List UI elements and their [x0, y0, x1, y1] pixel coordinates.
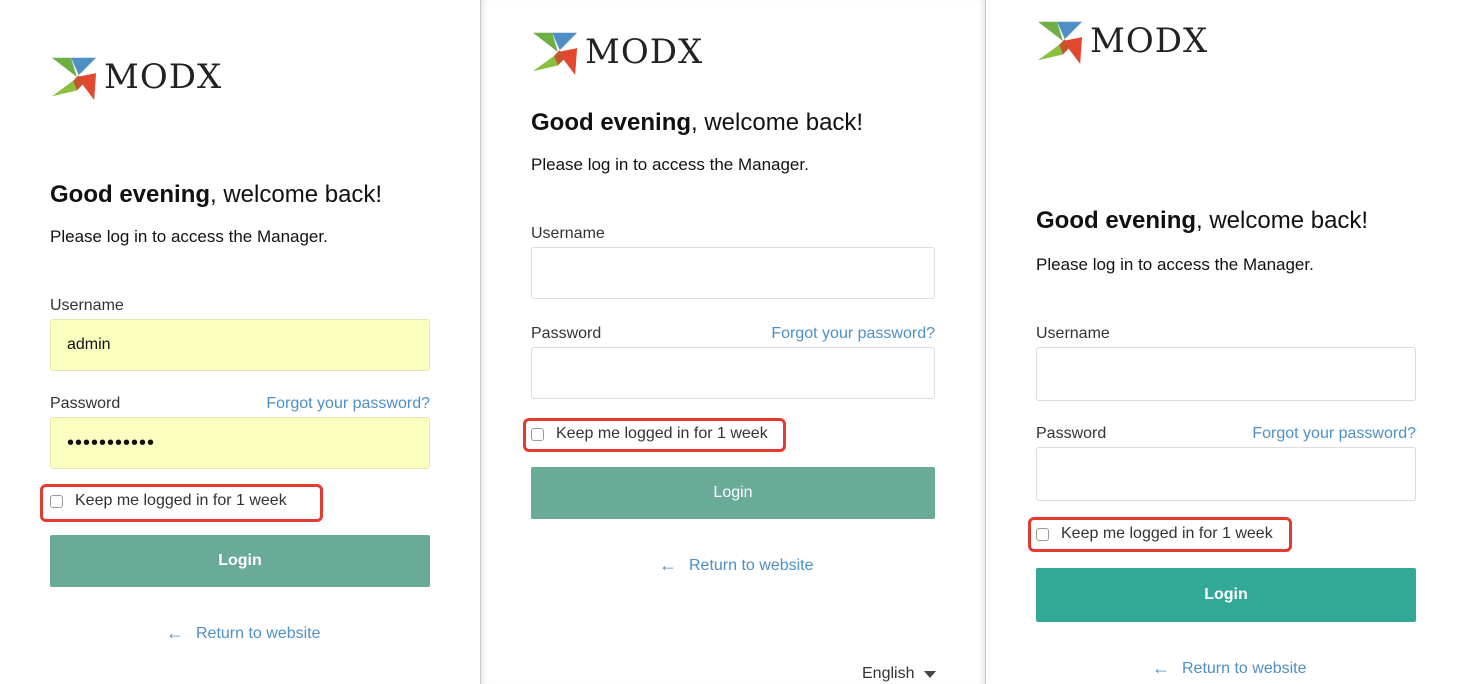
- username-input[interactable]: [50, 319, 430, 371]
- return-label: Return to website: [689, 556, 814, 574]
- greeting-rest: , welcome back!: [691, 109, 864, 136]
- modx-logo: MODX: [1036, 16, 1208, 66]
- password-label: Password: [1036, 425, 1107, 442]
- logo-text: MODX: [585, 32, 704, 72]
- remember-checkbox[interactable]: [531, 427, 544, 441]
- forgot-password-link[interactable]: Forgot your password?: [266, 395, 430, 413]
- login-button[interactable]: Login: [1036, 568, 1416, 622]
- login-subtitle: Please log in to access the Manager.: [50, 227, 328, 246]
- forgot-password-link[interactable]: Forgot your password?: [771, 325, 935, 343]
- login-button[interactable]: Login: [50, 535, 430, 587]
- forgot-password-link[interactable]: Forgot your password?: [1252, 425, 1416, 443]
- return-to-website-link[interactable]: ← Return to website: [1152, 658, 1307, 679]
- login-panel-3: MODX Good evening, welcome back! Please …: [986, 0, 1460, 684]
- login-panel-1: MODX Good evening, welcome back! Please …: [0, 0, 480, 684]
- modx-logo-icon: [51, 57, 97, 101]
- return-label: Return to website: [1182, 659, 1307, 677]
- modx-logo: MODX: [50, 52, 222, 102]
- remember-me[interactable]: Keep me logged in for 1 week: [1036, 525, 1273, 543]
- greeting: Good evening, welcome back!: [50, 181, 382, 209]
- arrow-left-icon: ←: [166, 623, 184, 643]
- remember-label: Keep me logged in for 1 week: [75, 492, 287, 509]
- greeting-bold: Good evening: [531, 109, 692, 136]
- return-to-website-link[interactable]: ← Return to website: [659, 555, 814, 576]
- remember-me[interactable]: Keep me logged in for 1 week: [531, 425, 768, 443]
- remember-checkbox[interactable]: [1036, 527, 1049, 541]
- arrow-left-icon: ←: [1152, 658, 1170, 678]
- login-panel-2: MODX Good evening, welcome back! Please …: [480, 0, 986, 684]
- greeting-bold: Good evening: [50, 181, 211, 208]
- username-label: Username: [1036, 325, 1110, 342]
- username-input[interactable]: [531, 247, 935, 299]
- language-selector[interactable]: English: [862, 665, 937, 683]
- greeting-rest: , welcome back!: [210, 181, 383, 208]
- logo-text: MODX: [1090, 21, 1209, 61]
- remember-me[interactable]: Keep me logged in for 1 week: [50, 492, 287, 510]
- greeting-rest: , welcome back!: [1196, 207, 1369, 234]
- password-input[interactable]: [531, 347, 935, 399]
- password-label: Password: [531, 325, 602, 342]
- greeting-bold: Good evening: [1036, 207, 1197, 234]
- username-label: Username: [50, 297, 124, 314]
- username-input[interactable]: [1036, 347, 1416, 401]
- modx-logo-icon: [1037, 21, 1083, 65]
- modx-logo: MODX: [531, 27, 703, 77]
- password-input[interactable]: [1036, 447, 1416, 501]
- modx-logo-icon: [532, 32, 578, 76]
- password-label: Password: [50, 395, 121, 412]
- return-to-website-link[interactable]: ← Return to website: [166, 623, 321, 644]
- remember-checkbox[interactable]: [50, 494, 63, 508]
- login-subtitle: Please log in to access the Manager.: [1036, 255, 1314, 274]
- language-label: English: [862, 665, 915, 682]
- remember-label: Keep me logged in for 1 week: [556, 425, 768, 442]
- return-label: Return to website: [196, 624, 321, 642]
- arrow-left-icon: ←: [659, 555, 677, 575]
- remember-label: Keep me logged in for 1 week: [1061, 525, 1273, 542]
- password-input[interactable]: •••••••••••: [50, 417, 430, 469]
- login-button[interactable]: Login: [531, 467, 935, 519]
- greeting: Good evening, welcome back!: [1036, 207, 1368, 235]
- caret-down-icon: [924, 670, 937, 678]
- username-label: Username: [531, 225, 605, 242]
- logo-text: MODX: [104, 57, 223, 97]
- greeting: Good evening, welcome back!: [531, 109, 863, 137]
- login-subtitle: Please log in to access the Manager.: [531, 155, 809, 174]
